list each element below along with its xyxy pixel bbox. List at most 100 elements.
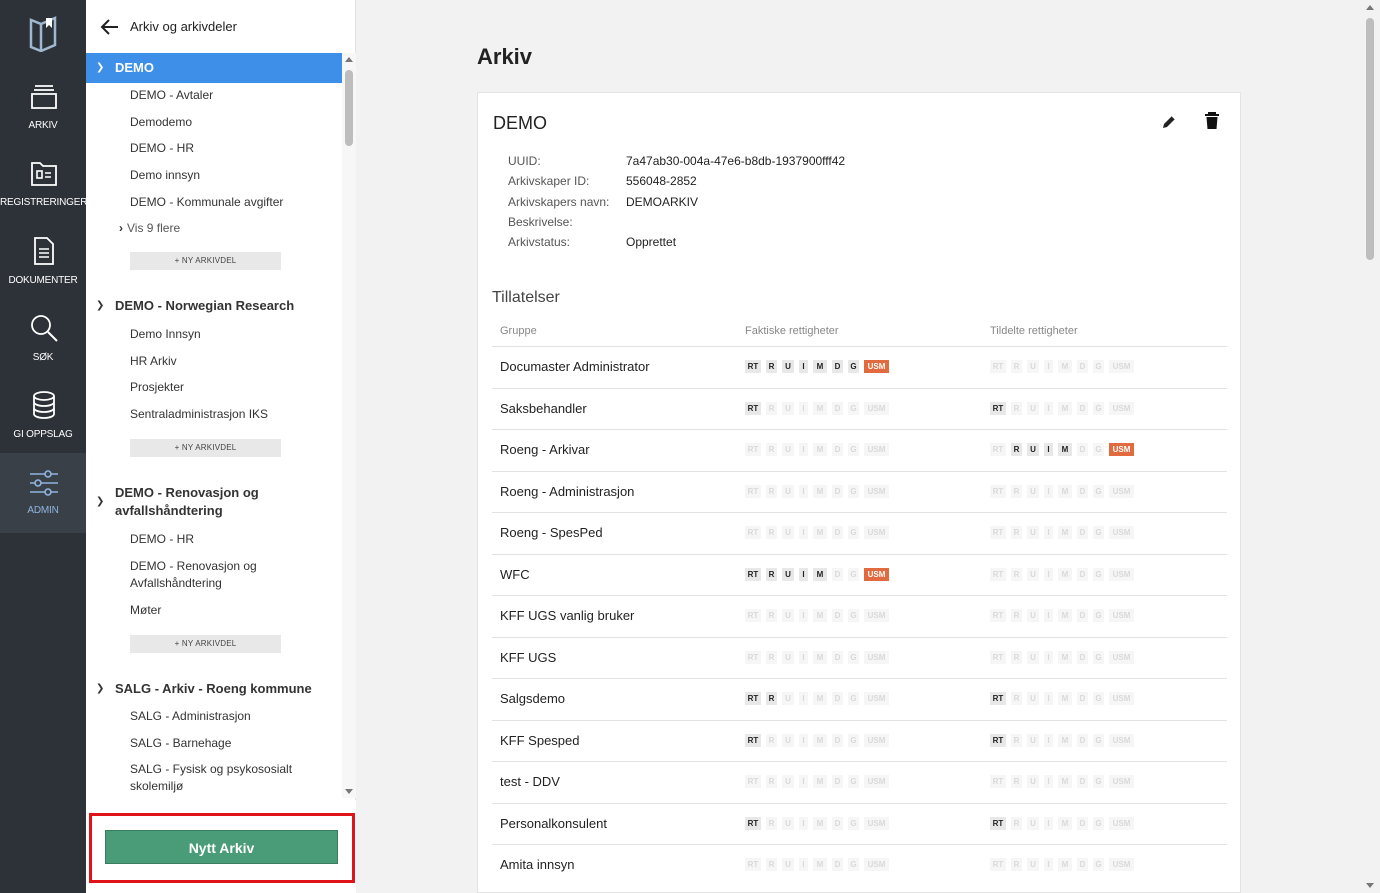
nav-item-arkiv[interactable]: ARKIV	[0, 80, 86, 156]
permission-badge-usm: USM	[864, 692, 889, 705]
permission-group-name: Roeng - Arkivar	[500, 442, 590, 457]
permission-badge-rt: RT	[745, 733, 761, 747]
app-logo-icon[interactable]	[28, 14, 58, 52]
permission-badge-g: G	[1093, 816, 1104, 830]
tree-group-norwegian-research[interactable]: ❯ DEMO - Norwegian Research	[86, 296, 342, 318]
new-archive-button[interactable]: Nytt Arkiv	[105, 830, 338, 864]
scroll-up-icon[interactable]	[345, 57, 353, 62]
scroll-down-icon[interactable]	[1366, 883, 1374, 888]
tree-item[interactable]: Demo Innsyn	[130, 326, 201, 343]
tree-item[interactable]: DEMO - HR	[130, 140, 194, 157]
tree-item[interactable]: SALG - Barnehage	[130, 735, 231, 752]
permission-badge-rt: RT	[990, 775, 1006, 788]
scroll-up-icon[interactable]	[1366, 5, 1374, 10]
permission-row[interactable]: KFF Spesped RT R U I M D G USM RT R U I M D G USM	[492, 719, 1227, 761]
permission-group-name: Saksbehandler	[500, 400, 587, 416]
show-more-link[interactable]: › Vis 9 flere	[119, 221, 180, 235]
permission-row[interactable]: KFF UGS vanlig bruker RT R U I M D G USM RT R U I M D G…	[492, 595, 1227, 636]
nav-item-admin[interactable]: ADMIN	[0, 453, 86, 533]
permission-row[interactable]: Roeng - SpesPed RT R U I M D G USM RT R U I M D G USM	[492, 512, 1227, 553]
scrollbar-thumb[interactable]	[345, 70, 353, 146]
archive-tree-panel: Arkiv og arkivdeler ❯ DEMO DEMO - Avtale…	[86, 0, 356, 893]
permission-badge-r: R	[1011, 733, 1022, 747]
permission-badge-rt: RT	[745, 567, 761, 581]
new-archive-part-button[interactable]: + NY ARKIVDEL	[130, 252, 281, 270]
tree-item[interactable]: Prosjekter	[130, 379, 184, 396]
chevron-down-icon[interactable]: ❯	[96, 496, 104, 507]
permission-badge-m: M	[813, 650, 827, 664]
pencil-icon[interactable]	[1160, 113, 1178, 131]
tree-item[interactable]: SALG - Administrasjon	[130, 708, 251, 725]
tree-item[interactable]: DEMO - HR	[130, 531, 194, 548]
tree-scrollbar[interactable]	[342, 53, 356, 798]
permission-badge-g: G	[848, 775, 859, 788]
permission-row[interactable]: KFF UGS RT R U I M D G USM RT R U I M D G USM	[492, 636, 1227, 678]
permission-badge-r: R	[766, 609, 777, 622]
permission-row[interactable]: Roeng - Arkivar RT R U I M D G USM RT R U I M D G USM	[492, 429, 1227, 470]
chevron-down-icon[interactable]: ❯	[96, 300, 104, 311]
tree-item[interactable]: DEMO - Kommunale avgifter	[130, 194, 283, 211]
permission-badge-m: M	[813, 567, 827, 581]
tree-footer: Nytt Arkiv	[86, 800, 356, 893]
permission-row[interactable]: WFC RT R U I M D G USM RT R U I M D G USM	[492, 553, 1227, 595]
permission-row[interactable]: Saksbehandler RT R U I M D G USM RT R U I M D G USM	[492, 387, 1227, 429]
new-archive-part-button[interactable]: + NY ARKIVDEL	[130, 439, 281, 457]
nav-item-registreringer[interactable]: REGISTRERINGER	[0, 157, 87, 233]
permission-badge-m: M	[813, 443, 827, 456]
permission-badge-r: R	[1011, 360, 1022, 373]
permission-badge-d: D	[1077, 816, 1088, 830]
permission-badge-u: U	[1027, 484, 1039, 498]
tree-item[interactable]: HR Arkiv	[130, 353, 177, 370]
tree-list[interactable]: ❯ DEMO DEMO - Avtaler Demodemo DEMO - HR…	[86, 53, 342, 798]
tree-item[interactable]: Sentraladministrasjon IKS	[130, 406, 268, 423]
permission-badge-g: G	[1093, 484, 1104, 498]
permission-group-name: Roeng - SpesPed	[500, 525, 603, 540]
permission-badge-rt: RT	[990, 360, 1006, 373]
permission-row[interactable]: Documaster Administrator RT R U I M D G USM RT R U I…	[492, 346, 1227, 387]
permission-badge-g: G	[1093, 526, 1104, 539]
permission-row[interactable]: Amita innsyn RT R U I M D G USM RT R U I M D G USM	[492, 844, 1227, 885]
assigned-permissions: RT R U I M D G USM	[990, 567, 1139, 582]
chevron-down-icon[interactable]: ❯	[96, 62, 104, 73]
tree-group-demo[interactable]: ❯ DEMO	[86, 53, 342, 83]
permission-badge-i: I	[1044, 526, 1053, 539]
permission-row[interactable]: Personalkonsulent RT R U I M D G USM RT R U I M D G USM	[492, 802, 1227, 844]
permission-row[interactable]: test - DDV RT R U I M D G USM RT R U I M D G USM	[492, 761, 1227, 802]
scrollbar-thumb[interactable]	[1366, 18, 1374, 260]
permission-badge-usm: USM	[864, 484, 889, 498]
permission-badge-usm: USM	[864, 360, 889, 373]
permission-badge-d: D	[1077, 692, 1088, 705]
assigned-permissions: RT R U I M D G USM	[990, 443, 1139, 457]
scroll-down-icon[interactable]	[345, 789, 353, 794]
tree-item[interactable]: Møter	[130, 602, 161, 619]
permission-row[interactable]: Salgsdemo RT R U I M D G USM RT R U I M D G USM	[492, 678, 1227, 719]
permission-badge-u: U	[1027, 360, 1039, 373]
permission-row[interactable]: Roeng - Administrasjon RT R U I M D G USM RT R U I M D…	[492, 470, 1227, 512]
permission-badge-i: I	[799, 401, 808, 415]
permission-badge-usm: USM	[1109, 775, 1134, 788]
permission-badge-g: G	[848, 360, 859, 373]
arrow-left-icon[interactable]	[100, 18, 120, 36]
permission-badge-d: D	[832, 692, 843, 705]
tree-group-renovasjon[interactable]: ❯ DEMO - Renovasjon og avfallshåndtering	[86, 483, 276, 523]
nav-item-dokumenter[interactable]: DOKUMENTER	[0, 235, 86, 311]
database-icon	[33, 391, 55, 419]
tree-group-salg[interactable]: ❯ SALG - Arkiv - Roeng kommune	[86, 679, 342, 701]
permission-badge-d: D	[832, 526, 843, 539]
meta-key-status: Arkivstatus:	[508, 235, 571, 249]
permission-badge-g: G	[1093, 733, 1104, 747]
tree-item[interactable]: Demodemo	[130, 114, 192, 131]
tree-item[interactable]: Demo innsyn	[130, 167, 200, 184]
permission-badge-usm: USM	[1109, 650, 1134, 664]
tree-item[interactable]: DEMO - Renovasjon og Avfallshåndtering	[130, 558, 280, 592]
permission-badge-rt: RT	[745, 484, 761, 498]
permission-badge-d: D	[1077, 401, 1088, 415]
tree-item[interactable]: DEMO - Avtaler	[130, 87, 213, 104]
page-scrollbar[interactable]	[1362, 0, 1380, 893]
permission-badge-usm: USM	[1109, 567, 1134, 581]
new-archive-part-button[interactable]: + NY ARKIVDEL	[130, 635, 281, 653]
trash-icon[interactable]	[1204, 112, 1220, 130]
nav-item-sok[interactable]: SØK	[0, 312, 86, 388]
chevron-down-icon[interactable]: ❯	[96, 683, 104, 694]
tree-item[interactable]: SALG - Fysisk og psykososialt skolemiljø	[130, 761, 310, 795]
